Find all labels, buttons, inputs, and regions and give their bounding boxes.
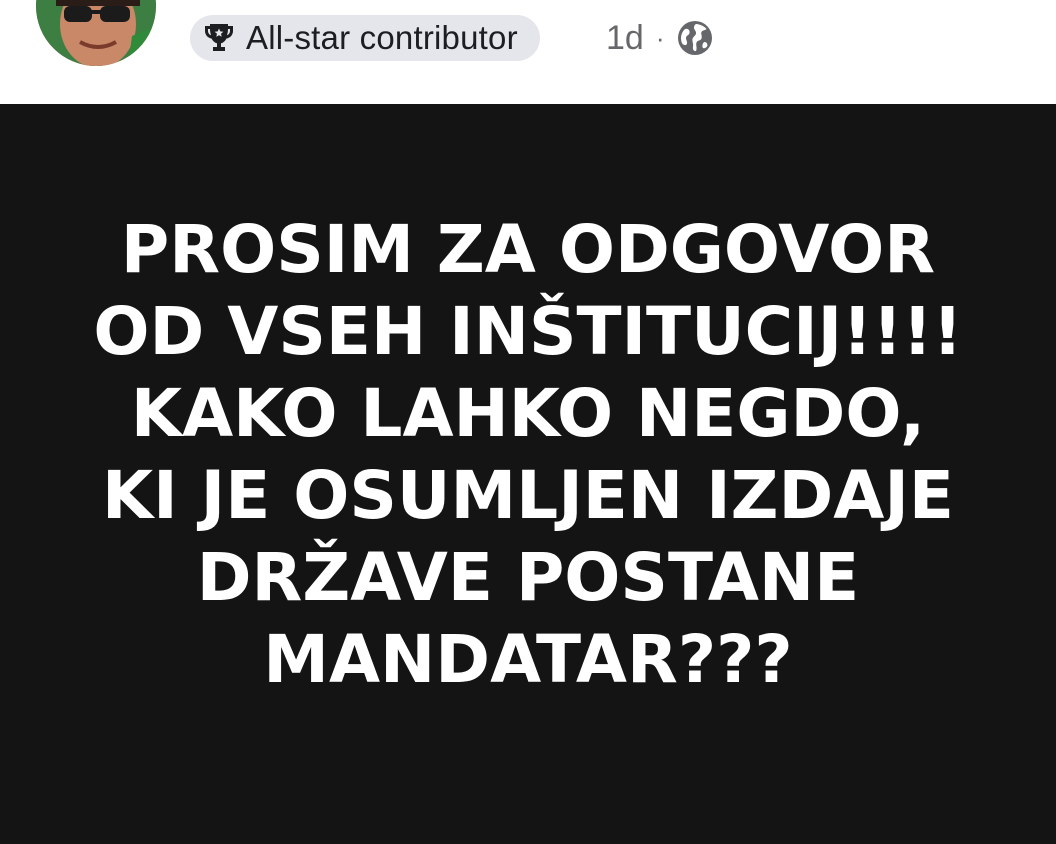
post-text-line: OD VSEH INŠTITUCIJ!!!! <box>93 293 963 370</box>
contributor-badge[interactable]: All-star contributor <box>190 15 540 61</box>
globe-icon[interactable] <box>677 20 713 56</box>
post-header: All-star contributor 1d · <box>0 0 1056 104</box>
avatar[interactable] <box>36 0 156 66</box>
post-text-line: MANDATAR??? <box>263 621 793 698</box>
post-text-line: DRŽAVE POSTANE <box>196 539 860 616</box>
post-text-line: KAKO LAHKO NEGDO, <box>130 375 926 452</box>
post-meta: 1d · <box>606 16 713 60</box>
trophy-icon <box>202 21 236 55</box>
meta-separator: · <box>655 22 665 53</box>
post-text-line: PROSIM ZA ODGOVOR <box>120 211 936 288</box>
post-text: PROSIM ZA ODGOVOR OD VSEH INŠTITUCIJ!!!!… <box>8 209 1048 701</box>
avatar-photo-icon <box>36 0 156 66</box>
post-timestamp[interactable]: 1d <box>606 19 644 58</box>
post-text-line: KI JE OSUMLJEN IZDAJE <box>101 457 955 534</box>
badge-label: All-star contributor <box>246 19 518 56</box>
post-card: All-star contributor 1d · PROSIM ZA ODGO… <box>0 0 1056 844</box>
post-text-image[interactable]: PROSIM ZA ODGOVOR OD VSEH INŠTITUCIJ!!!!… <box>0 104 1056 844</box>
